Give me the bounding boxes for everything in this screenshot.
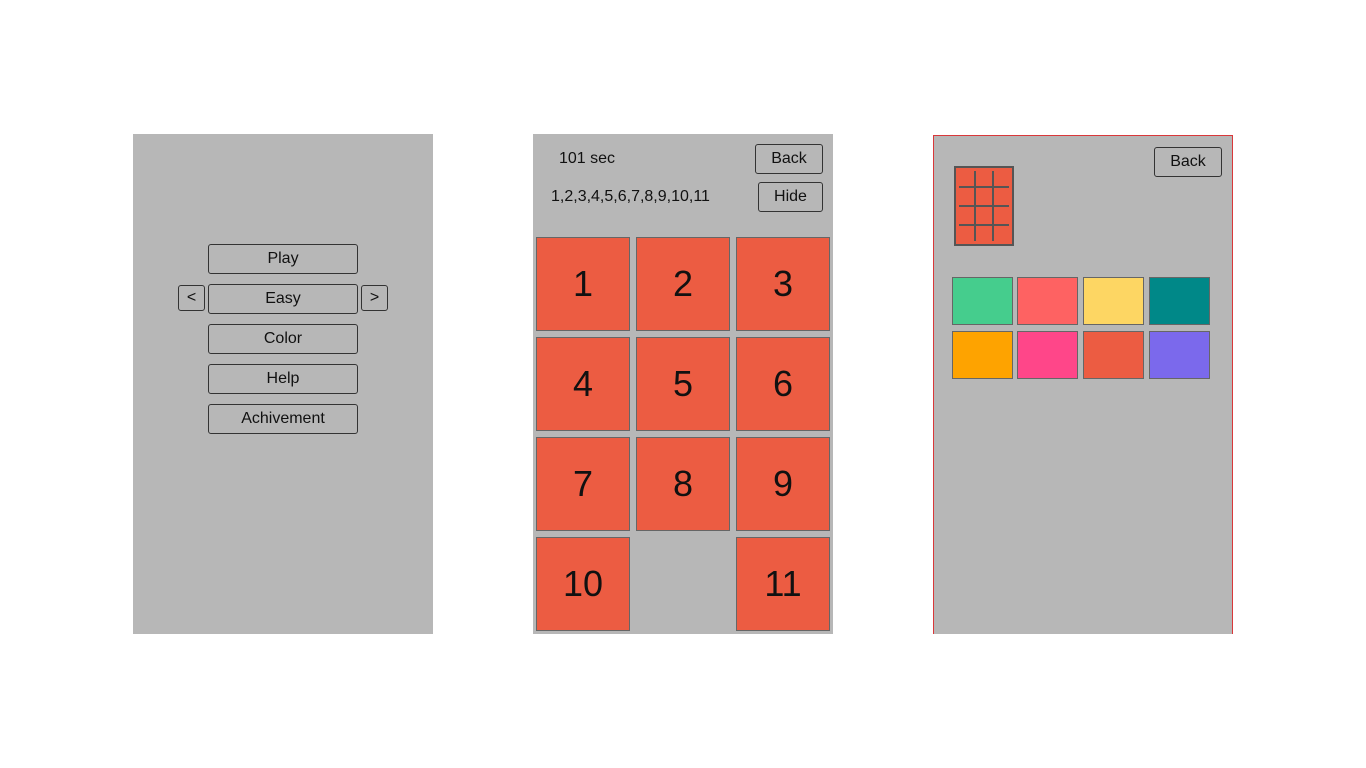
help-button[interactable]: Help xyxy=(208,364,358,394)
back-button[interactable]: Back xyxy=(1154,147,1222,177)
preview-grid-line xyxy=(959,224,1009,226)
tile[interactable]: 5 xyxy=(636,337,730,431)
tile[interactable]: 3 xyxy=(736,237,830,331)
color-swatch[interactable] xyxy=(1017,331,1078,379)
preview-grid-line xyxy=(959,186,1009,188)
tile[interactable]: 1 xyxy=(536,237,630,331)
hide-button[interactable]: Hide xyxy=(758,182,823,212)
tile[interactable]: 9 xyxy=(736,437,830,531)
color-swatch[interactable] xyxy=(952,277,1013,325)
difficulty-prev-button[interactable]: < xyxy=(178,285,205,311)
tile[interactable]: 10 xyxy=(536,537,630,631)
color-swatch[interactable] xyxy=(1083,277,1144,325)
achievement-button[interactable]: Achivement xyxy=(208,404,358,434)
color-swatch[interactable] xyxy=(952,331,1013,379)
tile[interactable]: 2 xyxy=(636,237,730,331)
color-swatch[interactable] xyxy=(1017,277,1078,325)
color-picker-panel: Back xyxy=(933,135,1233,634)
tile[interactable]: 4 xyxy=(536,337,630,431)
sequence-display: 1,2,3,4,5,6,7,8,9,10,11 xyxy=(551,188,710,205)
difficulty-button[interactable]: Easy xyxy=(208,284,358,314)
difficulty-next-button[interactable]: > xyxy=(361,285,388,311)
color-swatch[interactable] xyxy=(1149,277,1210,325)
play-button[interactable]: Play xyxy=(208,244,358,274)
tile[interactable]: 11 xyxy=(736,537,830,631)
game-panel: 101 sec 1,2,3,4,5,6,7,8,9,10,11 Back Hid… xyxy=(533,134,833,634)
tile[interactable]: 8 xyxy=(636,437,730,531)
tile[interactable]: 7 xyxy=(536,437,630,531)
preview-grid-line xyxy=(959,205,1009,207)
main-menu-panel: Play < Easy > Color Help Achivement xyxy=(133,134,433,634)
back-button[interactable]: Back xyxy=(755,144,823,174)
tile[interactable]: 6 xyxy=(736,337,830,431)
color-button[interactable]: Color xyxy=(208,324,358,354)
timer-display: 101 sec xyxy=(559,150,616,167)
color-swatch[interactable] xyxy=(1149,331,1210,379)
color-swatch[interactable] xyxy=(1083,331,1144,379)
tile-color-preview xyxy=(954,166,1014,246)
